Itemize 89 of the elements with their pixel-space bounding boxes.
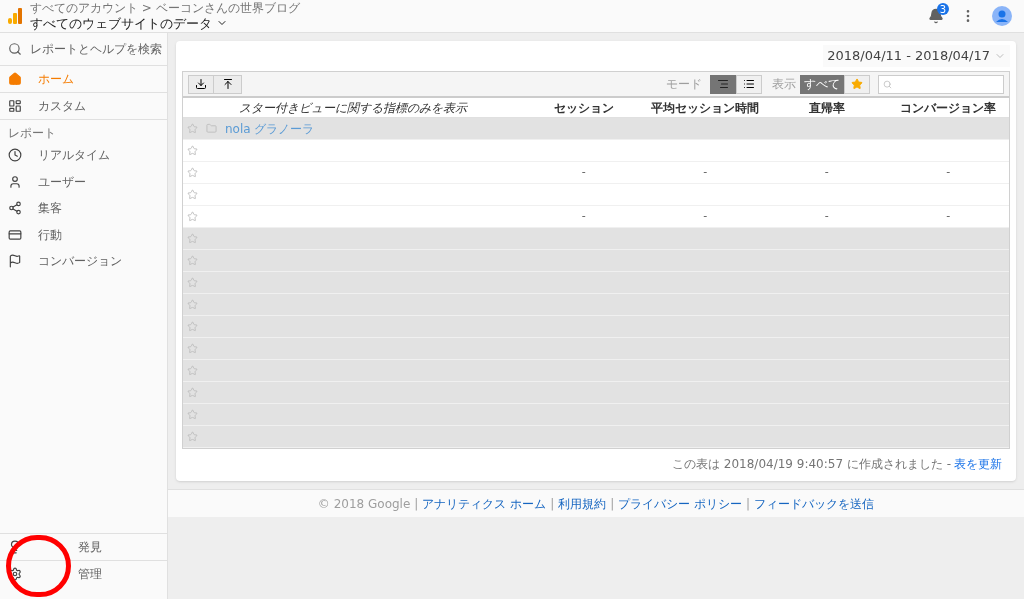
table-cell-text: -	[580, 164, 587, 181]
star-outline-icon[interactable]	[187, 277, 198, 288]
footer-link[interactable]: プライバシー ポリシー	[618, 494, 743, 513]
arrow-up-to-line-icon	[221, 78, 234, 90]
nav-item[interactable]: 行動	[0, 221, 167, 248]
star-outline-icon[interactable]	[187, 255, 198, 266]
nav-item[interactable]: カスタム	[0, 93, 167, 120]
footer-link[interactable]: 利用規約	[558, 494, 607, 513]
star-outline-icon[interactable]	[187, 343, 198, 354]
table-cell-text: -	[945, 164, 952, 181]
footer-link[interactable]: アナリティクス ホーム	[422, 494, 547, 513]
starred-filter-button[interactable]	[844, 74, 870, 94]
star-outline-icon[interactable]	[187, 299, 198, 310]
table-cell-text: -	[945, 208, 952, 225]
table-row[interactable]	[183, 338, 1009, 360]
table-cell-text: -	[702, 208, 709, 225]
table-row[interactable]	[183, 250, 1009, 272]
all-filter-button[interactable]: すべて	[800, 74, 844, 94]
copyright-text: © 2018 Google	[317, 495, 411, 513]
nav-item[interactable]: ユーザー	[0, 168, 167, 195]
avatar-icon[interactable]	[992, 6, 1012, 26]
table-cell-text: -	[823, 164, 830, 181]
view-label: 表示	[772, 76, 796, 93]
separator: |	[610, 495, 615, 513]
person-icon	[8, 174, 22, 189]
table-timestamp: この表は 2018/04/19 9:40:57 に作成されました -	[672, 456, 951, 473]
nav-item[interactable]: 集客	[0, 195, 167, 222]
nav-item[interactable]: 発見	[0, 533, 167, 560]
star-outline-icon[interactable]	[187, 431, 198, 442]
branch-icon	[8, 201, 22, 216]
star-outline-icon[interactable]	[187, 123, 198, 134]
mode-label: モード	[666, 76, 702, 93]
clock-icon	[8, 148, 22, 163]
table-search-field[interactable]	[878, 74, 1004, 94]
star-outline-icon[interactable]	[187, 387, 198, 398]
search-icon	[8, 42, 22, 56]
star-outline-icon[interactable]	[187, 145, 198, 156]
table-cell-text: -	[823, 208, 830, 225]
flag-icon	[8, 254, 22, 269]
refresh-table-link[interactable]: 表を更新	[954, 455, 1002, 473]
table-row[interactable]	[183, 360, 1009, 382]
star-outline-icon[interactable]	[187, 365, 198, 376]
table-row[interactable]	[183, 294, 1009, 316]
table-cell-text: -	[580, 208, 587, 225]
column-header[interactable]: コンバージョン率	[887, 98, 1009, 117]
date-range-picker[interactable]: 2018/04/11 - 2018/04/17	[823, 45, 1010, 67]
star-outline-icon[interactable]	[187, 233, 198, 244]
download-button[interactable]	[188, 74, 214, 94]
nav-item[interactable]: 管理	[0, 560, 167, 587]
star-outline-icon[interactable]	[187, 189, 198, 200]
separator: |	[414, 495, 419, 513]
window-icon	[8, 227, 22, 242]
column-header[interactable]: 平均セッション時間	[644, 98, 766, 117]
indent-icon	[717, 78, 729, 90]
hierarchy-mode-button[interactable]	[710, 74, 736, 94]
table-row[interactable]	[183, 426, 1009, 448]
table-row[interactable]	[183, 382, 1009, 404]
search-icon	[883, 79, 892, 89]
table-row[interactable]	[183, 404, 1009, 426]
footer-link[interactable]: フィードバックを送信	[754, 494, 875, 513]
table-cell-text: -	[702, 164, 709, 181]
table-row[interactable]	[183, 316, 1009, 338]
separator: |	[746, 495, 751, 513]
section-label: レポート	[7, 125, 57, 142]
upload-button[interactable]	[214, 74, 242, 94]
dashboard-icon	[8, 99, 22, 113]
column-header[interactable]: セッション	[523, 98, 645, 117]
star-outline-icon[interactable]	[187, 321, 198, 332]
column-header[interactable]: 直帰率	[766, 98, 888, 117]
property-selector[interactable]: すべてのウェブサイトのデータ	[30, 14, 300, 32]
bar-chart-logo-icon	[8, 8, 22, 24]
star-outline-icon[interactable]	[187, 409, 198, 420]
download-icon	[195, 78, 207, 90]
list-icon	[743, 78, 755, 90]
list-mode-button[interactable]	[736, 74, 762, 94]
nav-item[interactable]: リアルタイム	[0, 142, 167, 169]
sidebar-search[interactable]: レポートとヘルプを検索	[0, 33, 167, 66]
star-icon	[851, 78, 863, 90]
table-row[interactable]	[183, 228, 1009, 250]
nav-item[interactable]: コンバージョン	[0, 248, 167, 275]
notification-badge: 3	[937, 3, 949, 15]
column-header[interactable]: スター付きビューに関する指標のみを表示	[183, 98, 523, 117]
table-row[interactable]	[183, 272, 1009, 294]
star-outline-icon[interactable]	[187, 211, 198, 222]
breadcrumb[interactable]: すべてのアカウント > ベーコンさんの世界ブログ	[30, 0, 300, 15]
star-outline-icon[interactable]	[187, 167, 198, 178]
folder-icon	[206, 123, 217, 134]
home-icon	[8, 72, 22, 86]
separator: |	[550, 495, 555, 513]
